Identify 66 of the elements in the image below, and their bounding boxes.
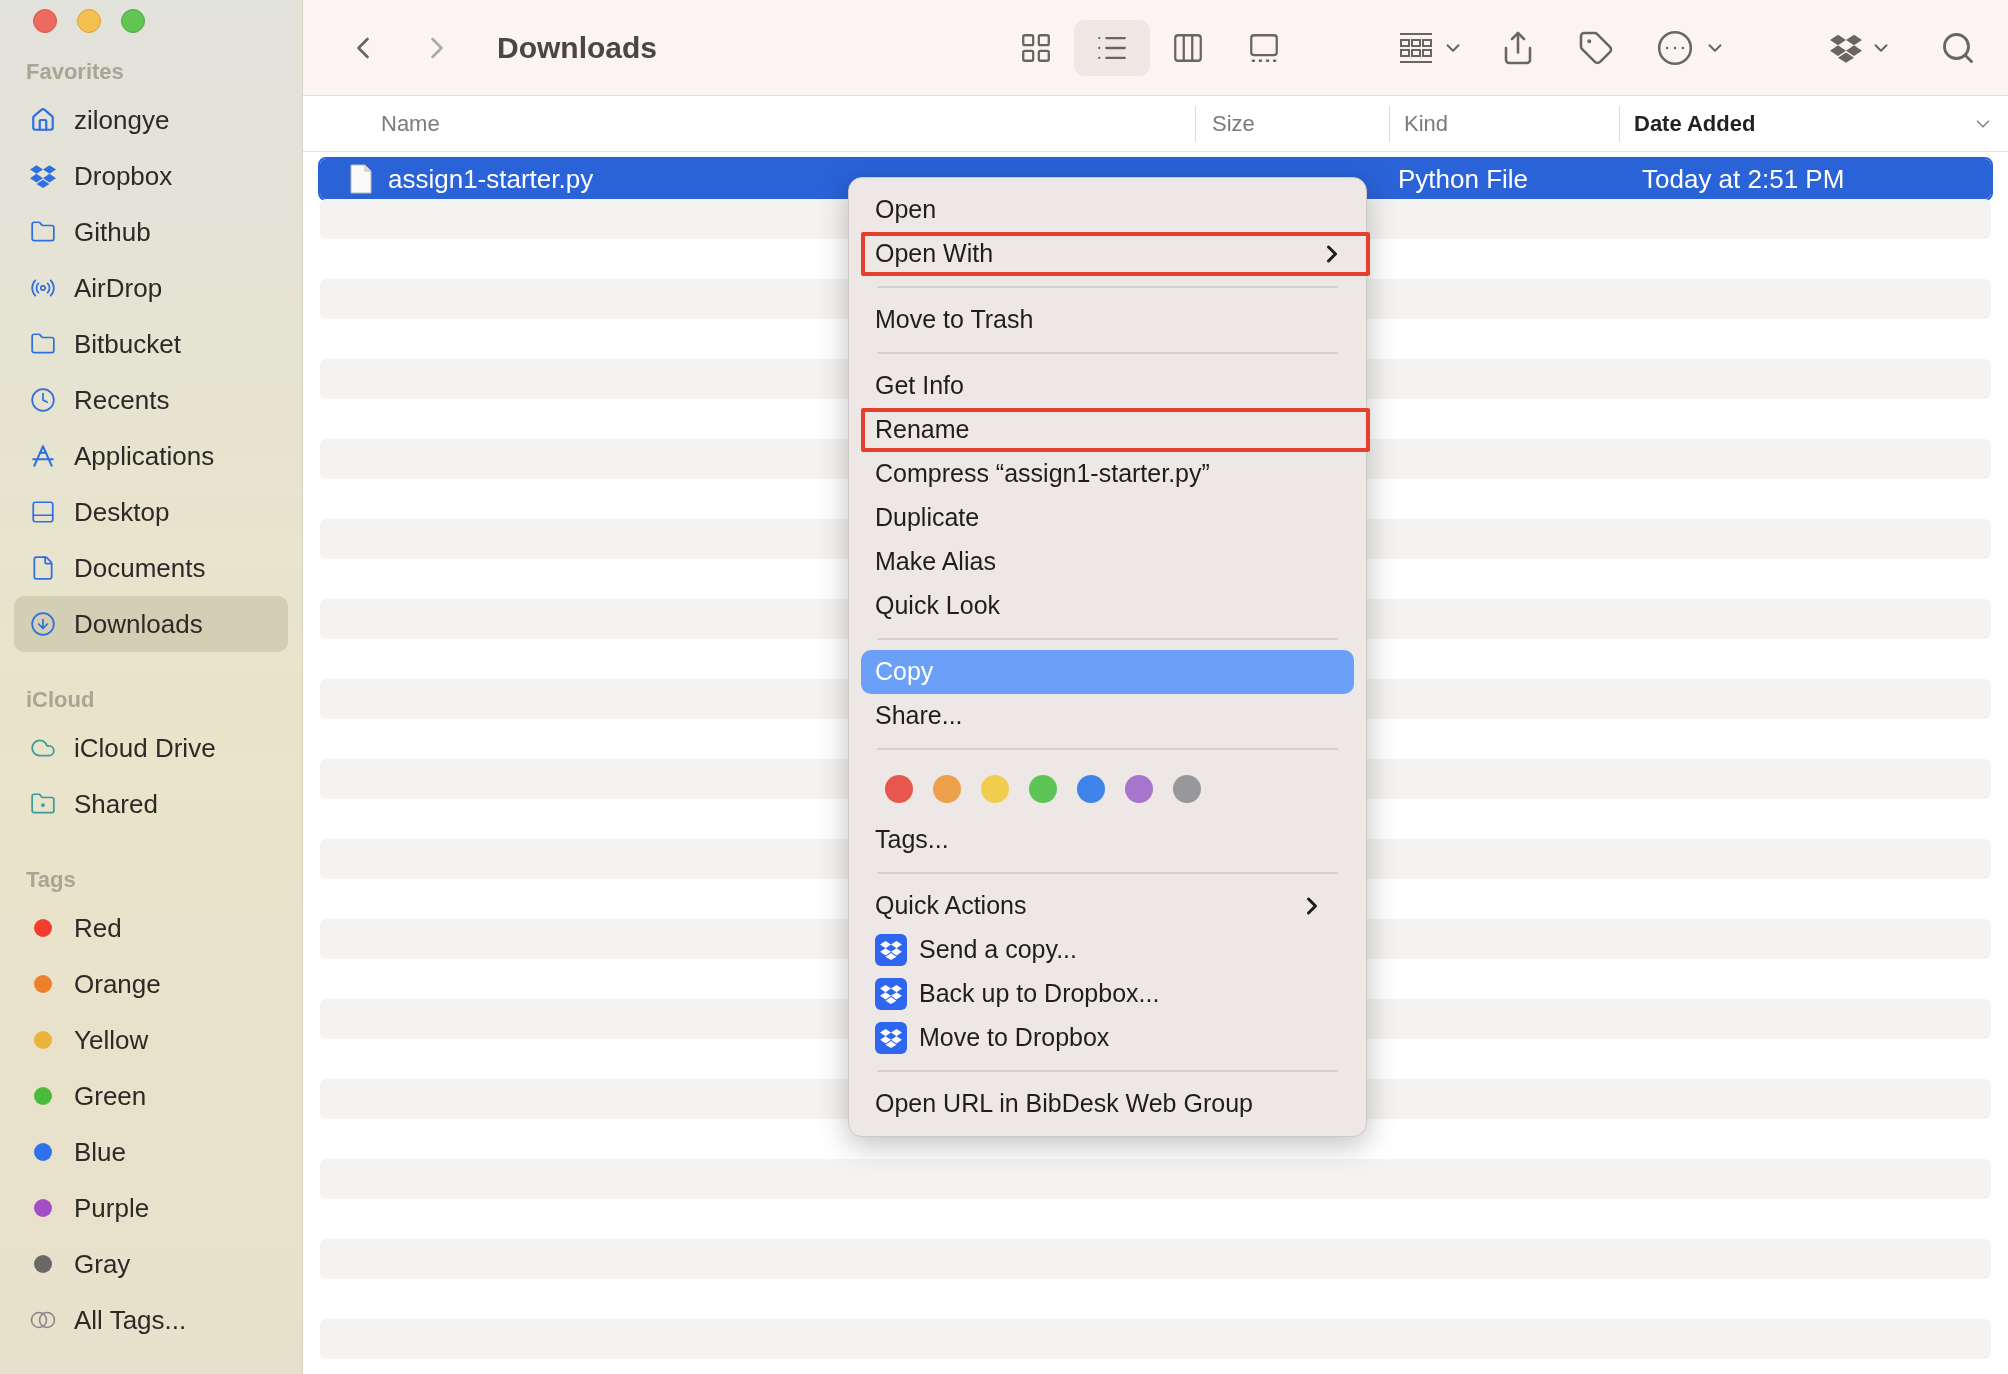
house-icon: [30, 107, 56, 133]
folder-icon: [30, 331, 56, 357]
close-button[interactable]: [33, 9, 57, 33]
sidebar-item[interactable]: Applications: [14, 428, 288, 484]
sidebar-item[interactable]: Bitbucket: [14, 316, 288, 372]
sidebar-item[interactable]: AirDrop: [14, 260, 288, 316]
menu-item[interactable]: Move to Dropbox: [861, 1016, 1354, 1060]
sidebar-item[interactable]: Github: [14, 204, 288, 260]
sidebar-item[interactable]: Yellow: [14, 1012, 288, 1068]
menu-item[interactable]: Quick Actions: [861, 884, 1354, 928]
sidebar-item[interactable]: Dropbox: [14, 148, 288, 204]
menu-item[interactable]: Send a copy...: [861, 928, 1354, 972]
list-view-icon[interactable]: [1074, 19, 1150, 76]
sidebar-heading: Favorites: [25, 57, 125, 86]
overlapping-circles-icon: [30, 1310, 56, 1330]
python-file-icon: [350, 164, 372, 194]
sidebar-item[interactable]: Desktop: [14, 484, 288, 540]
menu-item[interactable]: Open With: [861, 232, 1370, 276]
file-name: assign1-starter.py: [388, 162, 594, 196]
tag-icon[interactable]: [1578, 29, 1614, 66]
menu-item[interactable]: Quick Look: [861, 584, 1354, 628]
sidebar-item[interactable]: Downloads: [14, 596, 288, 652]
shared-folder-icon: [30, 791, 56, 817]
folder-icon: [30, 219, 56, 245]
sidebar-item[interactable]: Recents: [14, 372, 288, 428]
menu-item[interactable]: Move to Trash: [861, 298, 1354, 342]
sidebar-heading: iCloud: [25, 685, 96, 714]
sidebar-item[interactable]: Orange: [14, 956, 288, 1012]
column-header[interactable]: Name: [381, 107, 440, 140]
sidebar-item[interactable]: iCloud Drive: [14, 720, 288, 776]
sidebar-item[interactable]: Green: [14, 1068, 288, 1124]
column-header[interactable]: Date Added: [1634, 107, 1756, 140]
zoom-button[interactable]: [121, 9, 145, 33]
dropbox-badge-icon: [875, 978, 907, 1010]
menu-item[interactable]: Get Info: [861, 364, 1354, 408]
sidebar-item[interactable]: Gray: [14, 1236, 288, 1292]
menu-item[interactable]: Compress “assign1-starter.py”: [861, 452, 1354, 496]
clock-icon: [30, 387, 56, 413]
sidebar-item[interactable]: Blue: [14, 1124, 288, 1180]
file-kind: Python File: [1397, 162, 1530, 196]
document-icon: [30, 555, 56, 581]
menu-item[interactable]: Share...: [861, 694, 1354, 738]
dropbox-icon: [30, 164, 56, 188]
menu-item[interactable]: Rename: [861, 408, 1370, 452]
dropbox-badge-icon: [875, 1022, 907, 1054]
sidebar-item[interactable]: Red: [14, 900, 288, 956]
sidebar-item[interactable]: zilongye: [14, 92, 288, 148]
desktop-icon: [30, 499, 56, 525]
window-title: Downloads: [497, 30, 657, 66]
sidebar-heading: Tags: [25, 865, 77, 894]
menu-item[interactable]: Back up to Dropbox...: [861, 972, 1354, 1016]
menu-item[interactable]: Open URL in BibDesk Web Group: [861, 1082, 1354, 1126]
sidebar-item[interactable]: Purple: [14, 1180, 288, 1236]
menu-item[interactable]: Make Alias: [861, 540, 1354, 584]
menu-item[interactable]: Open: [861, 188, 1354, 232]
sidebar-item[interactable]: Documents: [14, 540, 288, 596]
sidebar-item[interactable]: Shared: [14, 776, 288, 832]
dropbox-badge-icon: [875, 934, 907, 966]
date-added: Today at 2:51 PM: [1641, 162, 1845, 196]
sidebar-item[interactable]: All Tags...: [14, 1292, 288, 1348]
menu-item[interactable]: Duplicate: [861, 496, 1354, 540]
menu-item[interactable]: Tags...: [861, 818, 1354, 862]
compass-icon: [30, 443, 56, 469]
column-header[interactable]: Kind: [1404, 107, 1449, 140]
column-header[interactable]: Size: [1212, 107, 1255, 140]
download-icon: [30, 611, 56, 637]
